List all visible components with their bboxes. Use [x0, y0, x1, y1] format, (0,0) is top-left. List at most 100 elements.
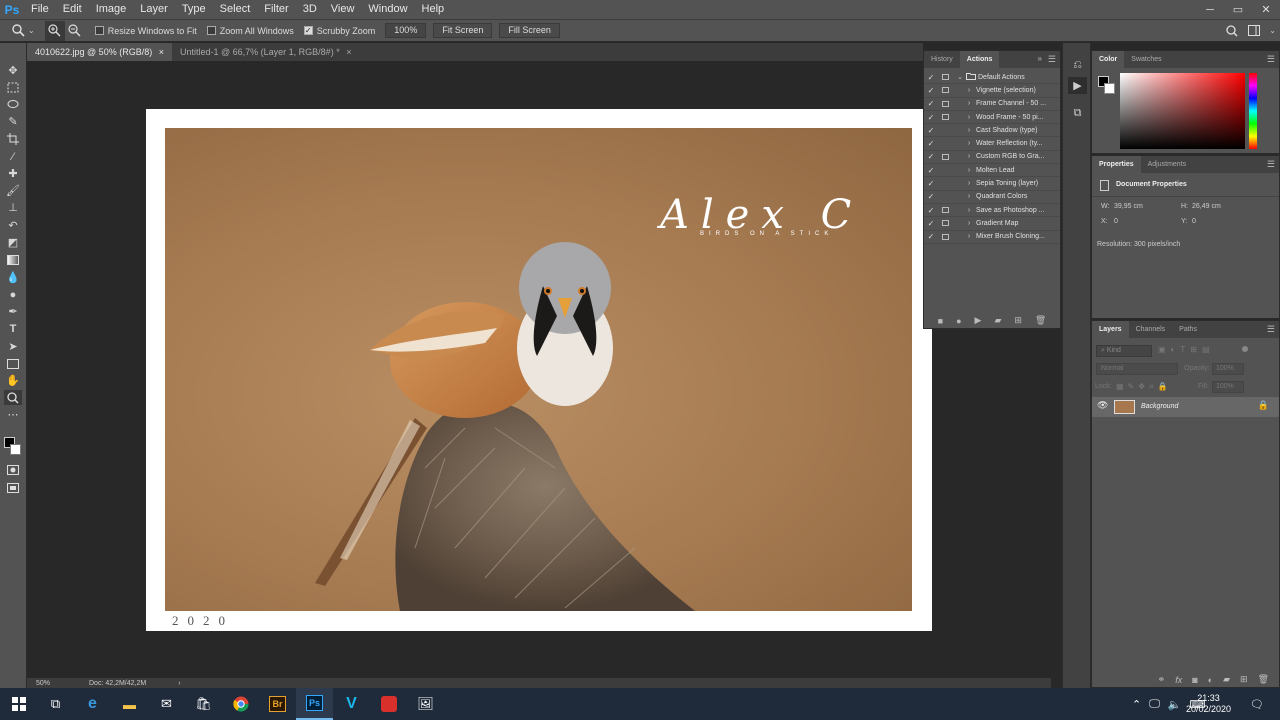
action-row[interactable]: ✓ › Vignette (selection) — [924, 84, 1060, 98]
status-menu-arrow-icon[interactable]: › — [178, 680, 180, 687]
zoom-tool-icon[interactable] — [8, 21, 28, 41]
menu-view[interactable]: View — [324, 0, 362, 19]
screen-mode-icon[interactable] — [4, 480, 22, 495]
lock-icon[interactable]: 🔒 — [1258, 400, 1269, 411]
panel-menu-icon[interactable]: ☰ — [1267, 324, 1275, 335]
checkmark-icon[interactable]: ✓ — [924, 166, 938, 175]
chevron-right-icon[interactable]: › — [964, 193, 974, 200]
fit-screen-button[interactable]: Fit Screen — [433, 23, 493, 38]
bridge-icon[interactable]: Br — [259, 688, 296, 720]
menu-type[interactable]: Type — [175, 0, 213, 19]
speaker-icon[interactable]: 🔈 — [1168, 698, 1182, 711]
type-tool-icon[interactable]: T — [4, 321, 22, 336]
quick-selection-tool-icon[interactable]: ✎ — [4, 114, 22, 129]
collapse-panel-icon[interactable]: » — [1038, 54, 1042, 63]
checkmark-icon[interactable]: ✓ — [924, 206, 938, 215]
path-selection-tool-icon[interactable]: ➤ — [4, 339, 22, 354]
panel-menu-icon[interactable]: ☰ — [1267, 159, 1275, 170]
document-tab[interactable]: 4010622.jpg @ 50% (RGB/8) × — [27, 43, 172, 61]
menu-edit[interactable]: Edit — [56, 0, 89, 19]
checkmark-icon[interactable]: ✓ — [924, 232, 938, 241]
menu-help[interactable]: Help — [415, 0, 452, 19]
filter-toggle-icon[interactable] — [1242, 346, 1248, 352]
quick-mask-icon[interactable] — [4, 462, 22, 477]
move-tool-icon[interactable]: ✥ — [4, 63, 22, 78]
adjustment-layer-icon[interactable]: ◐ — [1208, 675, 1213, 685]
actions-panel-icon[interactable]: ▶ — [1068, 77, 1087, 94]
opacity-field[interactable]: 100% — [1212, 363, 1244, 375]
y-value[interactable]: 0 — [1192, 218, 1196, 225]
photoshop-icon[interactable]: Ps — [296, 688, 333, 720]
checkmark-icon[interactable]: ✓ — [924, 73, 938, 82]
chevron-right-icon[interactable]: › — [964, 114, 974, 121]
menu-select[interactable]: Select — [213, 0, 258, 19]
dialog-toggle-icon[interactable] — [939, 139, 952, 148]
zoom-percent-field[interactable]: 100% — [385, 23, 427, 38]
dialog-toggle-icon[interactable] — [939, 126, 952, 135]
clock[interactable]: 21:33 20/02/2020 — [1186, 688, 1231, 720]
chevron-right-icon[interactable]: › — [964, 167, 974, 174]
chevron-right-icon[interactable]: › — [964, 140, 974, 147]
checkmark-icon[interactable]: ✓ — [924, 192, 938, 201]
tab-actions[interactable]: Actions — [959, 51, 1000, 68]
tab-properties[interactable]: Properties — [1092, 156, 1141, 173]
gradient-tool-icon[interactable] — [4, 252, 22, 267]
width-value[interactable]: 39,95 cm — [1114, 203, 1143, 210]
action-row[interactable]: ✓ › Gradient Map — [924, 217, 1060, 231]
height-value[interactable]: 26,49 cm — [1192, 203, 1221, 210]
lock-icons[interactable]: ▦✎✥⌗🔒 — [1116, 382, 1171, 392]
menu-file[interactable]: File — [24, 0, 56, 19]
chevron-down-icon[interactable]: ⌄ — [955, 73, 965, 81]
document-canvas[interactable]: Alex C BIRDS ON A STICK 2020 — [146, 109, 932, 631]
eyedropper-tool-icon[interactable]: ⁄ — [4, 149, 22, 164]
new-set-icon[interactable]: ▰ — [994, 315, 1001, 326]
fx-icon[interactable]: fx — [1175, 675, 1182, 685]
action-row[interactable]: ✓ › Custom RGB to Gra... — [924, 151, 1060, 165]
zoom-all-windows-checkbox[interactable]: Zoom All Windows — [206, 26, 294, 36]
action-row[interactable]: ✓ › Sepia Toning (layer) — [924, 177, 1060, 191]
tab-adjustments[interactable]: Adjustments — [1141, 156, 1194, 173]
workspace-icon[interactable] — [1244, 21, 1264, 41]
history-panel-icon[interactable]: ⎌ — [1068, 57, 1087, 74]
eye-icon[interactable]: 👁 — [1097, 400, 1108, 411]
dialog-toggle-icon[interactable] — [939, 192, 952, 201]
dialog-toggle-icon[interactable] — [939, 113, 952, 122]
status-zoom[interactable]: 50% — [36, 680, 76, 687]
chevron-right-icon[interactable]: › — [964, 153, 974, 160]
panel-menu-icon[interactable]: ☰ — [1267, 54, 1275, 65]
zoom-in-icon[interactable] — [44, 20, 65, 41]
tab-layers[interactable]: Layers — [1092, 321, 1129, 338]
mask-icon[interactable]: ◙ — [1192, 675, 1197, 685]
dialog-toggle-icon[interactable] — [939, 99, 952, 108]
tab-history[interactable]: History — [924, 51, 960, 68]
task-view-icon[interactable]: ⧉ — [37, 688, 74, 720]
chevron-right-icon[interactable]: › — [964, 127, 974, 134]
layer-filter-icons[interactable]: ▣◐T⊞▤ — [1158, 345, 1215, 354]
checkmark-icon[interactable]: ✓ — [924, 99, 938, 108]
healing-brush-tool-icon[interactable]: ✚ — [4, 166, 22, 181]
action-row[interactable]: ✓ › Water Reflection (ty... — [924, 137, 1060, 151]
hand-tool-icon[interactable]: ✋ — [4, 373, 22, 388]
checkmark-icon[interactable]: ✓ — [924, 86, 938, 95]
close-icon[interactable]: ✕ — [1252, 0, 1280, 19]
edge-icon[interactable]: e — [74, 688, 111, 720]
blur-tool-icon[interactable]: 💧 — [4, 270, 22, 285]
history-brush-tool-icon[interactable]: ↶ — [4, 218, 22, 233]
dialog-toggle-icon[interactable] — [939, 166, 952, 175]
pen-tool-icon[interactable]: ✒ — [4, 304, 22, 319]
layer-row-background[interactable]: 👁 Background 🔒 — [1092, 397, 1279, 417]
x-value[interactable]: 0 — [1114, 218, 1118, 225]
layer-filter-kind[interactable]: ⌕ Kind — [1096, 345, 1152, 357]
chevron-right-icon[interactable]: › — [964, 87, 974, 94]
action-row[interactable]: ✓ › Frame Channel - 50 ... — [924, 98, 1060, 111]
dialog-toggle-icon[interactable] — [939, 152, 952, 161]
color-field[interactable] — [1120, 73, 1245, 149]
menu-3d[interactable]: 3D — [296, 0, 324, 19]
chevron-right-icon[interactable]: › — [964, 100, 974, 107]
checkmark-icon[interactable]: ✓ — [924, 139, 938, 148]
action-row[interactable]: ✓ › Cast Shadow (type) — [924, 124, 1060, 138]
dialog-toggle-icon[interactable] — [939, 86, 952, 95]
layer-name[interactable]: Background — [1141, 403, 1178, 410]
tab-paths[interactable]: Paths — [1172, 321, 1204, 338]
dodge-tool-icon[interactable]: ● — [4, 287, 22, 302]
